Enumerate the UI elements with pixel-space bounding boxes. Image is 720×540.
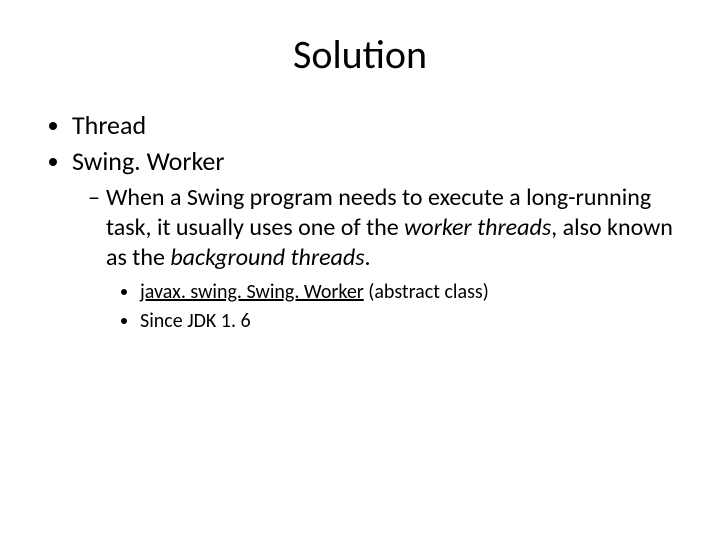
sub-sub-jdk: Since JDK 1. 6: [140, 308, 680, 335]
sub-sub-list: javax. swing. Swing. Worker (abstract cl…: [106, 279, 680, 335]
slide-title: Solution: [40, 30, 680, 79]
bullet-swingworker-label: Swing. Worker: [72, 145, 224, 177]
slide: Solution Thread Swing. Worker When a Swi…: [0, 0, 720, 540]
javax-link: javax. swing. Swing. Worker: [140, 280, 364, 304]
sub-bullet-description: When a Swing program needs to execute a …: [88, 183, 680, 335]
sub-list: When a Swing program needs to execute a …: [72, 183, 680, 335]
desc-background-threads: background threads: [170, 243, 364, 272]
desc-post: .: [365, 243, 371, 272]
javax-rest: (abstract class): [364, 280, 489, 304]
desc-worker-threads: worker threads: [404, 213, 551, 242]
bullet-list: Thread Swing. Worker When a Swing progra…: [40, 109, 680, 335]
bullet-thread: Thread: [72, 109, 680, 143]
bullet-swingworker: Swing. Worker When a Swing program needs…: [72, 145, 680, 335]
sub-sub-javax: javax. swing. Swing. Worker (abstract cl…: [140, 279, 680, 306]
